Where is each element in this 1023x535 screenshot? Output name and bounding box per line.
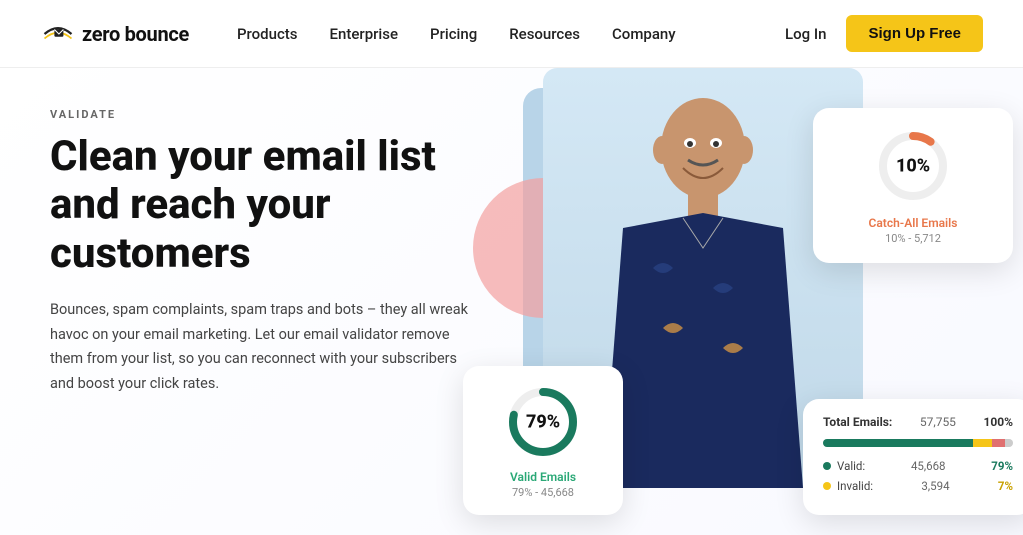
catchall-card: 10% Catch-All Emails 10% - 5,712	[813, 108, 1013, 263]
dot-valid	[823, 462, 831, 470]
catchall-sub: 10% - 5,712	[837, 232, 989, 245]
navbar: zero bounce Products Enterprise Pricing …	[0, 0, 1023, 68]
valid-donut-chart: 79%	[503, 382, 583, 462]
bar-valid	[823, 439, 973, 447]
valid-label: Valid Emails	[485, 470, 601, 484]
valid-percent: 79%	[526, 412, 560, 433]
logo-text: zero bounce	[82, 22, 189, 46]
nav-actions: Log In Sign Up Free	[785, 15, 983, 52]
nav-company[interactable]: Company	[612, 25, 676, 43]
nav-products[interactable]: Products	[237, 25, 298, 43]
bar-invalid	[992, 439, 1005, 447]
breakdown-row-valid: Valid: 45,668 79%	[823, 459, 1013, 473]
breakdown-row-invalid: Invalid: 3,594 7%	[823, 479, 1013, 493]
hero-title: Clean your email list and reach your cus…	[50, 133, 480, 278]
row-invalid-count: 3,594	[921, 479, 949, 493]
hero-section: VALIDATE Clean your email list and reach…	[0, 68, 1023, 535]
breakdown-total-pct: 100%	[983, 415, 1013, 429]
signup-button[interactable]: Sign Up Free	[846, 15, 983, 52]
nav-pricing[interactable]: Pricing	[430, 25, 477, 43]
row-valid-label: Valid:	[837, 459, 865, 473]
login-button[interactable]: Log In	[785, 25, 826, 43]
breakdown-header: Total Emails: 57,755 100%	[823, 415, 1013, 429]
bar-other	[1005, 439, 1013, 447]
row-valid-count: 45,668	[911, 459, 946, 473]
bar-catchall	[973, 439, 992, 447]
row-invalid-pct: 7%	[998, 479, 1013, 493]
breakdown-progress-bar	[823, 439, 1013, 447]
nav-enterprise[interactable]: Enterprise	[330, 25, 398, 43]
row-invalid-label: Invalid:	[837, 479, 873, 493]
catchall-percent: 10%	[896, 156, 930, 177]
breakdown-card: Total Emails: 57,755 100% Valid: 45,668 …	[803, 399, 1023, 515]
row-valid-pct: 79%	[991, 459, 1013, 473]
nav-links: Products Enterprise Pricing Resources Co…	[237, 25, 785, 43]
hero-right-visual: 10% Catch-All Emails 10% - 5,712 79% Val…	[443, 68, 1023, 535]
valid-sub: 79% - 45,668	[485, 486, 601, 499]
valid-emails-card: 79% Valid Emails 79% - 45,668	[463, 366, 623, 515]
validate-label: VALIDATE	[50, 108, 480, 121]
breakdown-title: Total Emails:	[823, 415, 892, 429]
hero-description: Bounces, spam complaints, spam traps and…	[50, 298, 470, 397]
logo-icon	[40, 20, 76, 48]
hero-left-content: VALIDATE Clean your email list and reach…	[0, 68, 480, 535]
catchall-label: Catch-All Emails	[837, 216, 989, 230]
breakdown-total: 57,755	[920, 415, 956, 429]
nav-resources[interactable]: Resources	[509, 25, 580, 43]
dot-invalid	[823, 482, 831, 490]
logo[interactable]: zero bounce	[40, 20, 189, 48]
catchall-donut-chart: 10%	[873, 126, 953, 206]
